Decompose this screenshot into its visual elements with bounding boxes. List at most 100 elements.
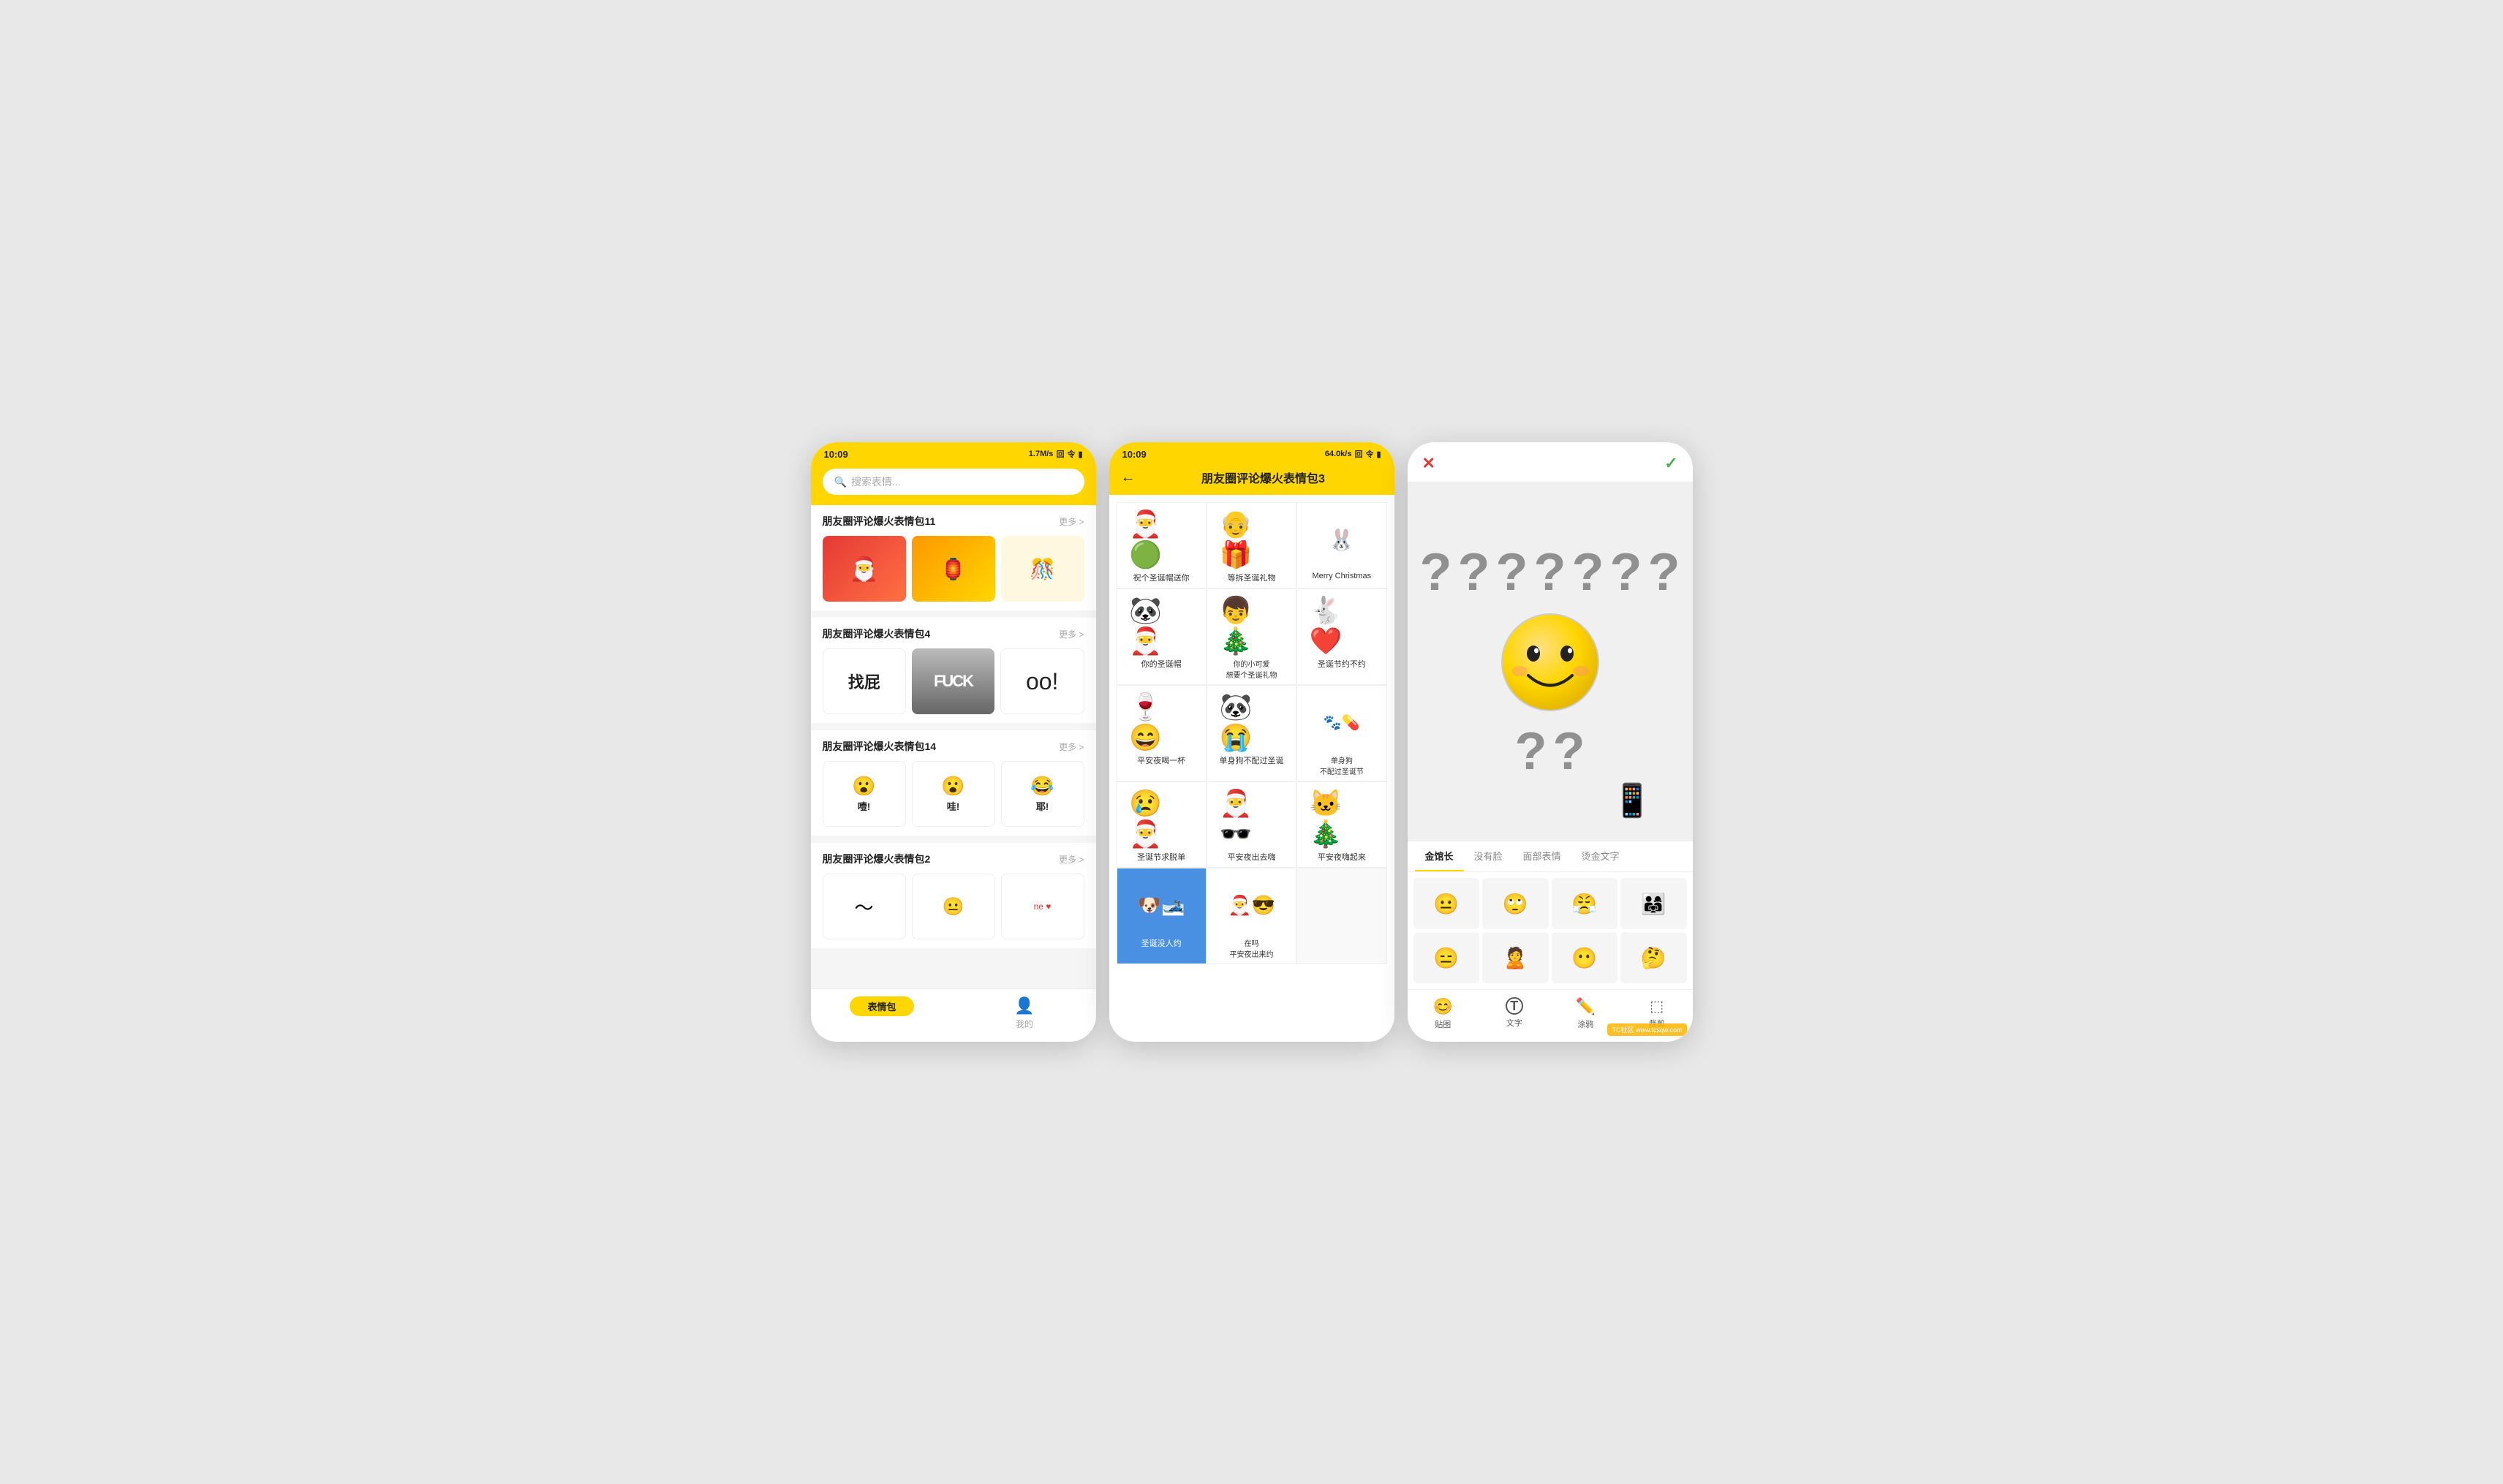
- screen1-body: 朋友圈评论爆火表情包11 更多 > 🎅 🏮 🎊 朋友圈评论爆火表情包4 更多 >…: [811, 505, 1096, 988]
- section-3: 朋友圈评论爆火表情包14 更多 > 😮噎! 😮哇! 😂耶!: [811, 730, 1096, 836]
- sticker-grid: 🎅🟢 祝个圣诞帽送你 👴🎁 等拆圣诞礼物 🐰 Merry Christmas 🐼…: [1117, 502, 1387, 964]
- confirm-button[interactable]: ✓: [1664, 454, 1677, 473]
- toolbar-text[interactable]: T 文字: [1479, 997, 1550, 1030]
- sticker-cell-11[interactable]: 🐱🎄 平安夜嗨起来: [1296, 781, 1386, 868]
- sticker-thumb-3b[interactable]: 😮哇!: [912, 761, 995, 827]
- back-button[interactable]: ←: [1121, 469, 1136, 486]
- sticker-cell-9[interactable]: 😢🎅 圣诞节求脱单: [1117, 781, 1207, 868]
- sticker-img-7: 🐼😭: [1219, 693, 1283, 752]
- sticker-caption-8: 单身狗不配过圣诞节: [1320, 754, 1364, 776]
- phone-screen2: 10:09 64.0k/s 回 令 ▮ ← 朋友圈评论爆火表情包3 🎅🟢 祝个圣…: [1109, 442, 1394, 1042]
- watermark: TC社区 www.tcsqw.com: [1607, 1023, 1686, 1036]
- section-1: 朋友圈评论爆火表情包11 更多 > 🎅 🏮 🎊: [811, 505, 1096, 610]
- toolbar-sticker[interactable]: 😊 贴图: [1408, 997, 1479, 1030]
- sticker-img-5: 🐇❤️: [1310, 597, 1374, 655]
- sticker-caption-12: 圣诞没人约: [1141, 937, 1182, 949]
- small-sticker-8[interactable]: 🤔: [1620, 932, 1687, 983]
- search-bar[interactable]: 🔍 搜索表情...: [823, 469, 1084, 495]
- tab-gold-text[interactable]: 烫金文字: [1571, 841, 1630, 871]
- sticker-cell-10[interactable]: 🎅🕶️ 平安夜出去嗨: [1207, 781, 1296, 868]
- nav-sticker[interactable]: 表情包: [811, 996, 954, 1030]
- network-2-icon: 回: [1354, 448, 1362, 460]
- sticker-caption-11: 平安夜嗨起来: [1318, 851, 1366, 863]
- sticker-caption-10: 平安夜出去嗨: [1227, 851, 1275, 863]
- sticker-cell-empty: [1296, 868, 1386, 964]
- nav-mine-icon: 👤: [1014, 996, 1034, 1015]
- small-sticker-6[interactable]: 🙎: [1482, 932, 1549, 983]
- section-3-title: 朋友圈评论爆火表情包14: [823, 739, 937, 754]
- section-4-more[interactable]: 更多 >: [1059, 853, 1084, 866]
- sticker-caption-9: 圣诞节求脱单: [1137, 851, 1185, 863]
- nav-sticker-label: 表情包: [850, 996, 913, 1016]
- signal-icon: 1.7M/s: [1029, 450, 1054, 458]
- small-sticker-5[interactable]: 😑: [1413, 932, 1480, 983]
- screen3-preview: ? ? ? ? ? ? ? ? ?: [1408, 482, 1693, 841]
- sticker-cell-0[interactable]: 🎅🟢 祝个圣诞帽送你: [1117, 502, 1207, 588]
- toolbar-doodle-label: 涂鸦: [1577, 1018, 1593, 1030]
- sticker-cell-8[interactable]: 🐾💊 单身狗不配过圣诞节: [1296, 685, 1386, 781]
- tab-no-face[interactable]: 没有脸: [1464, 841, 1513, 871]
- sticker-cell-2[interactable]: 🐰 Merry Christmas: [1296, 502, 1386, 588]
- battery-2-icon: ▮: [1376, 450, 1381, 459]
- section-3-more[interactable]: 更多 >: [1059, 741, 1084, 753]
- wifi-2-icon: 令: [1365, 448, 1373, 460]
- sticker-cell-13[interactable]: 🎅😎 在吗平安夜出来约: [1207, 868, 1296, 964]
- small-sticker-4[interactable]: 👨‍👩‍👧: [1620, 878, 1687, 929]
- crop-icon: ⬚: [1650, 997, 1664, 1015]
- small-sticker-2[interactable]: 🙄: [1482, 878, 1549, 929]
- text-icon: T: [1506, 997, 1523, 1015]
- phone-screen1: 10:09 1.7M/s 回 令 ▮ 🔍 搜索表情... 朋友圈评论爆火表情包1…: [811, 442, 1096, 1042]
- screen3-header: ✕ ✓: [1408, 442, 1693, 482]
- sticker-img-6: 🍷😄: [1129, 693, 1193, 752]
- sticker-cell-12[interactable]: 🐶🎿 圣诞没人约: [1117, 868, 1207, 964]
- sticker-thumb-3a[interactable]: 😮噎!: [823, 761, 906, 827]
- sticker-cell-7[interactable]: 🐼😭 单身狗不配过圣诞: [1207, 685, 1296, 781]
- small-sticker-7[interactable]: 😶: [1552, 932, 1618, 983]
- sticker-thumb-3c[interactable]: 😂耶!: [1001, 761, 1084, 827]
- sticker-thumb-2c[interactable]: oo!: [1000, 648, 1084, 714]
- close-button[interactable]: ✕: [1422, 454, 1435, 473]
- sticker-cell-5[interactable]: 🐇❤️ 圣诞节约不约: [1296, 588, 1386, 685]
- small-sticker-1[interactable]: 😐: [1413, 878, 1480, 929]
- sticker-img-0: 🎅🟢: [1129, 510, 1193, 569]
- sticker-thumb-1b[interactable]: 🏮: [912, 536, 995, 602]
- doodle-icon: ✏️: [1576, 997, 1596, 1016]
- section-4-stickers: 〜 😐 ne ♥: [823, 874, 1084, 939]
- section-2-more[interactable]: 更多 >: [1059, 628, 1084, 640]
- nav-mine[interactable]: 👤 我的: [954, 996, 1096, 1030]
- sticker-thumb-1a[interactable]: 🎅: [823, 536, 906, 602]
- status-bar-1: 10:09 1.7M/s 回 令 ▮: [811, 442, 1096, 463]
- section-1-more[interactable]: 更多 >: [1059, 515, 1084, 528]
- sticker-cell-3[interactable]: 🐼🎅 你的圣诞帽: [1117, 588, 1207, 685]
- tab-gold-curator[interactable]: 金馆长: [1415, 841, 1464, 871]
- tab-facial[interactable]: 面部表情: [1513, 841, 1571, 871]
- small-sticker-grid: 😐 🙄 😤 👨‍👩‍👧 😑 🙎 😶 🤔: [1408, 872, 1693, 989]
- sticker-thumb-4a[interactable]: 〜: [823, 874, 906, 939]
- sticker-thumb-2b[interactable]: FUCK: [912, 648, 994, 714]
- sticker-thumb-1c[interactable]: 🎊: [1001, 536, 1084, 602]
- small-sticker-3[interactable]: 😤: [1552, 878, 1618, 929]
- time-2: 10:09: [1122, 449, 1147, 460]
- status-bar-2: 10:09 64.0k/s 回 令 ▮: [1109, 442, 1394, 463]
- battery-icon: ▮: [1078, 450, 1082, 459]
- sticker-img-13: 🎅😎: [1219, 876, 1283, 934]
- sticker-caption-6: 平安夜喝一杯: [1137, 754, 1185, 766]
- bottom-nav: 表情包 👤 我的: [811, 988, 1096, 1042]
- sticker-cell-4[interactable]: 👦🎄 你的小可爱想要个圣诞礼物: [1207, 588, 1296, 685]
- sticker-img-4: 👦🎄: [1219, 597, 1283, 655]
- sticker-icon: 😊: [1433, 997, 1453, 1016]
- sticker-caption-2: Merry Christmas: [1312, 572, 1371, 580]
- section-4: 朋友圈评论爆火表情包2 更多 > 〜 😐 ne ♥: [811, 843, 1096, 948]
- section-2-title: 朋友圈评论爆火表情包4: [823, 626, 931, 641]
- section-3-header: 朋友圈评论爆火表情包14 更多 >: [823, 739, 1084, 754]
- sticker-thumb-4c[interactable]: ne ♥: [1001, 874, 1084, 939]
- sticker-cell-1[interactable]: 👴🎁 等拆圣诞礼物: [1207, 502, 1296, 588]
- section-2-stickers: 找屁 FUCK oo!: [823, 648, 1084, 714]
- phone-screen3: ✕ ✓ ? ? ? ? ? ? ? ? ?: [1408, 442, 1693, 1042]
- pink-phone-icon: 📱: [1612, 781, 1653, 819]
- sticker-img-8: 🐾💊: [1310, 693, 1374, 752]
- sticker-caption-3: 你的圣诞帽: [1141, 658, 1182, 670]
- sticker-cell-6[interactable]: 🍷😄 平安夜喝一杯: [1117, 685, 1207, 781]
- sticker-thumb-2a[interactable]: 找屁: [823, 648, 907, 714]
- sticker-thumb-4b[interactable]: 😐: [912, 874, 995, 939]
